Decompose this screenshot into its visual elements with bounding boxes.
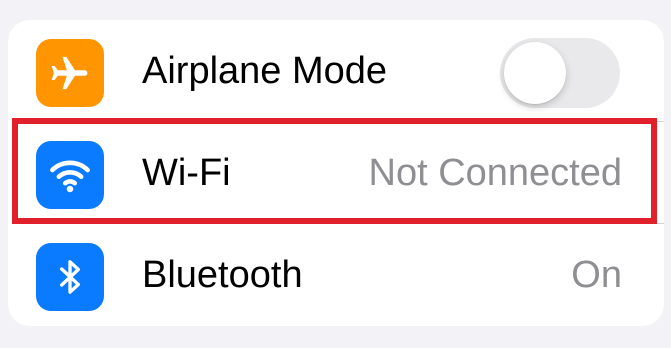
wifi-status: Not Connected: [368, 152, 623, 194]
bluetooth-icon-tile: [36, 243, 104, 311]
airplane-mode-icon-tile: [36, 39, 104, 107]
bluetooth-status: On: [571, 254, 622, 296]
bluetooth-icon: [60, 260, 81, 294]
airplane-mode-toggle[interactable]: [500, 38, 620, 108]
airplane-mode-row[interactable]: Airplane Mode: [8, 20, 664, 122]
wifi-row[interactable]: Wi-Fi Not Connected: [8, 122, 664, 224]
wifi-label: Wi-Fi: [142, 152, 231, 194]
airplane-icon: [51, 56, 88, 90]
settings-screen: Airplane Mode Wi-Fi Not Connected Blueto…: [0, 0, 671, 348]
airplane-mode-label: Airplane Mode: [142, 50, 388, 92]
bluetooth-label: Bluetooth: [142, 254, 303, 296]
connectivity-settings-group: Airplane Mode Wi-Fi Not Connected Blueto…: [8, 20, 664, 326]
bluetooth-row[interactable]: Bluetooth On: [8, 224, 664, 326]
wifi-icon: [50, 160, 90, 193]
wifi-icon-tile: [36, 141, 104, 209]
airplane-mode-toggle-knob: [504, 42, 566, 104]
